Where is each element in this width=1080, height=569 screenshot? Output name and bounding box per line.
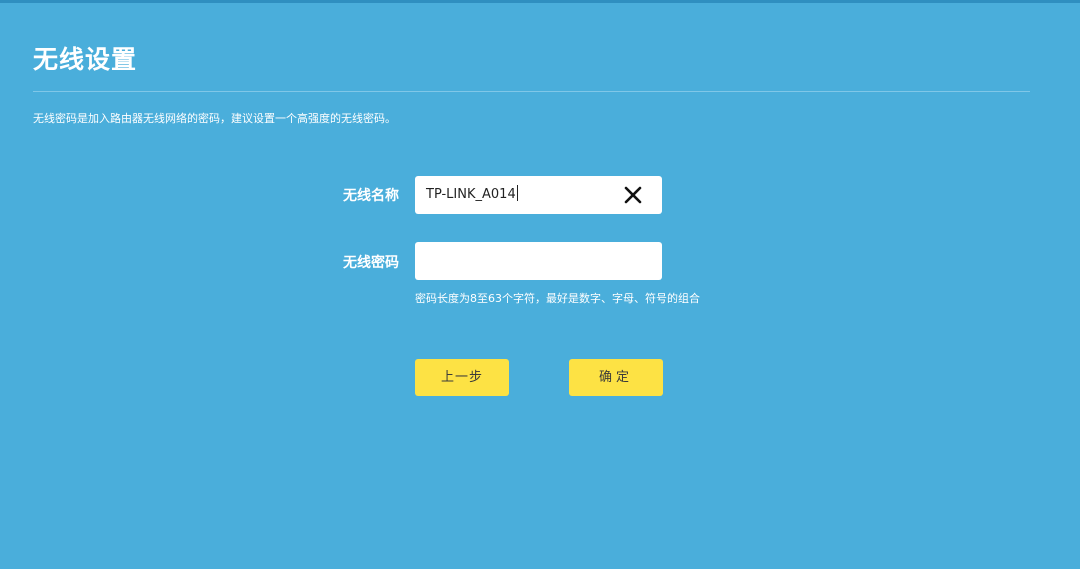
close-icon[interactable] xyxy=(622,184,644,206)
text-caret xyxy=(516,185,518,201)
password-label: 无线密码 xyxy=(343,255,399,271)
ssid-value-text: TP-LINK_A014 xyxy=(426,187,516,202)
title-divider xyxy=(33,91,1030,92)
ssid-input-value: TP-LINK_A014 xyxy=(426,185,518,205)
password-hint: 密码长度为8至63个字符，最好是数字、字母、符号的组合 xyxy=(415,292,700,305)
close-icon-graphic xyxy=(624,186,642,204)
confirm-button[interactable]: 确定 xyxy=(569,359,663,396)
prev-step-button[interactable]: 上一步 xyxy=(415,359,509,396)
intro-text: 无线密码是加入路由器无线网络的密码，建议设置一个高强度的无线密码。 xyxy=(33,112,396,125)
top-border xyxy=(0,0,1080,3)
ssid-input[interactable]: TP-LINK_A014 xyxy=(415,176,662,214)
password-input[interactable] xyxy=(415,242,662,280)
page-title: 无线设置 xyxy=(33,45,138,74)
ssid-label: 无线名称 xyxy=(343,188,399,204)
